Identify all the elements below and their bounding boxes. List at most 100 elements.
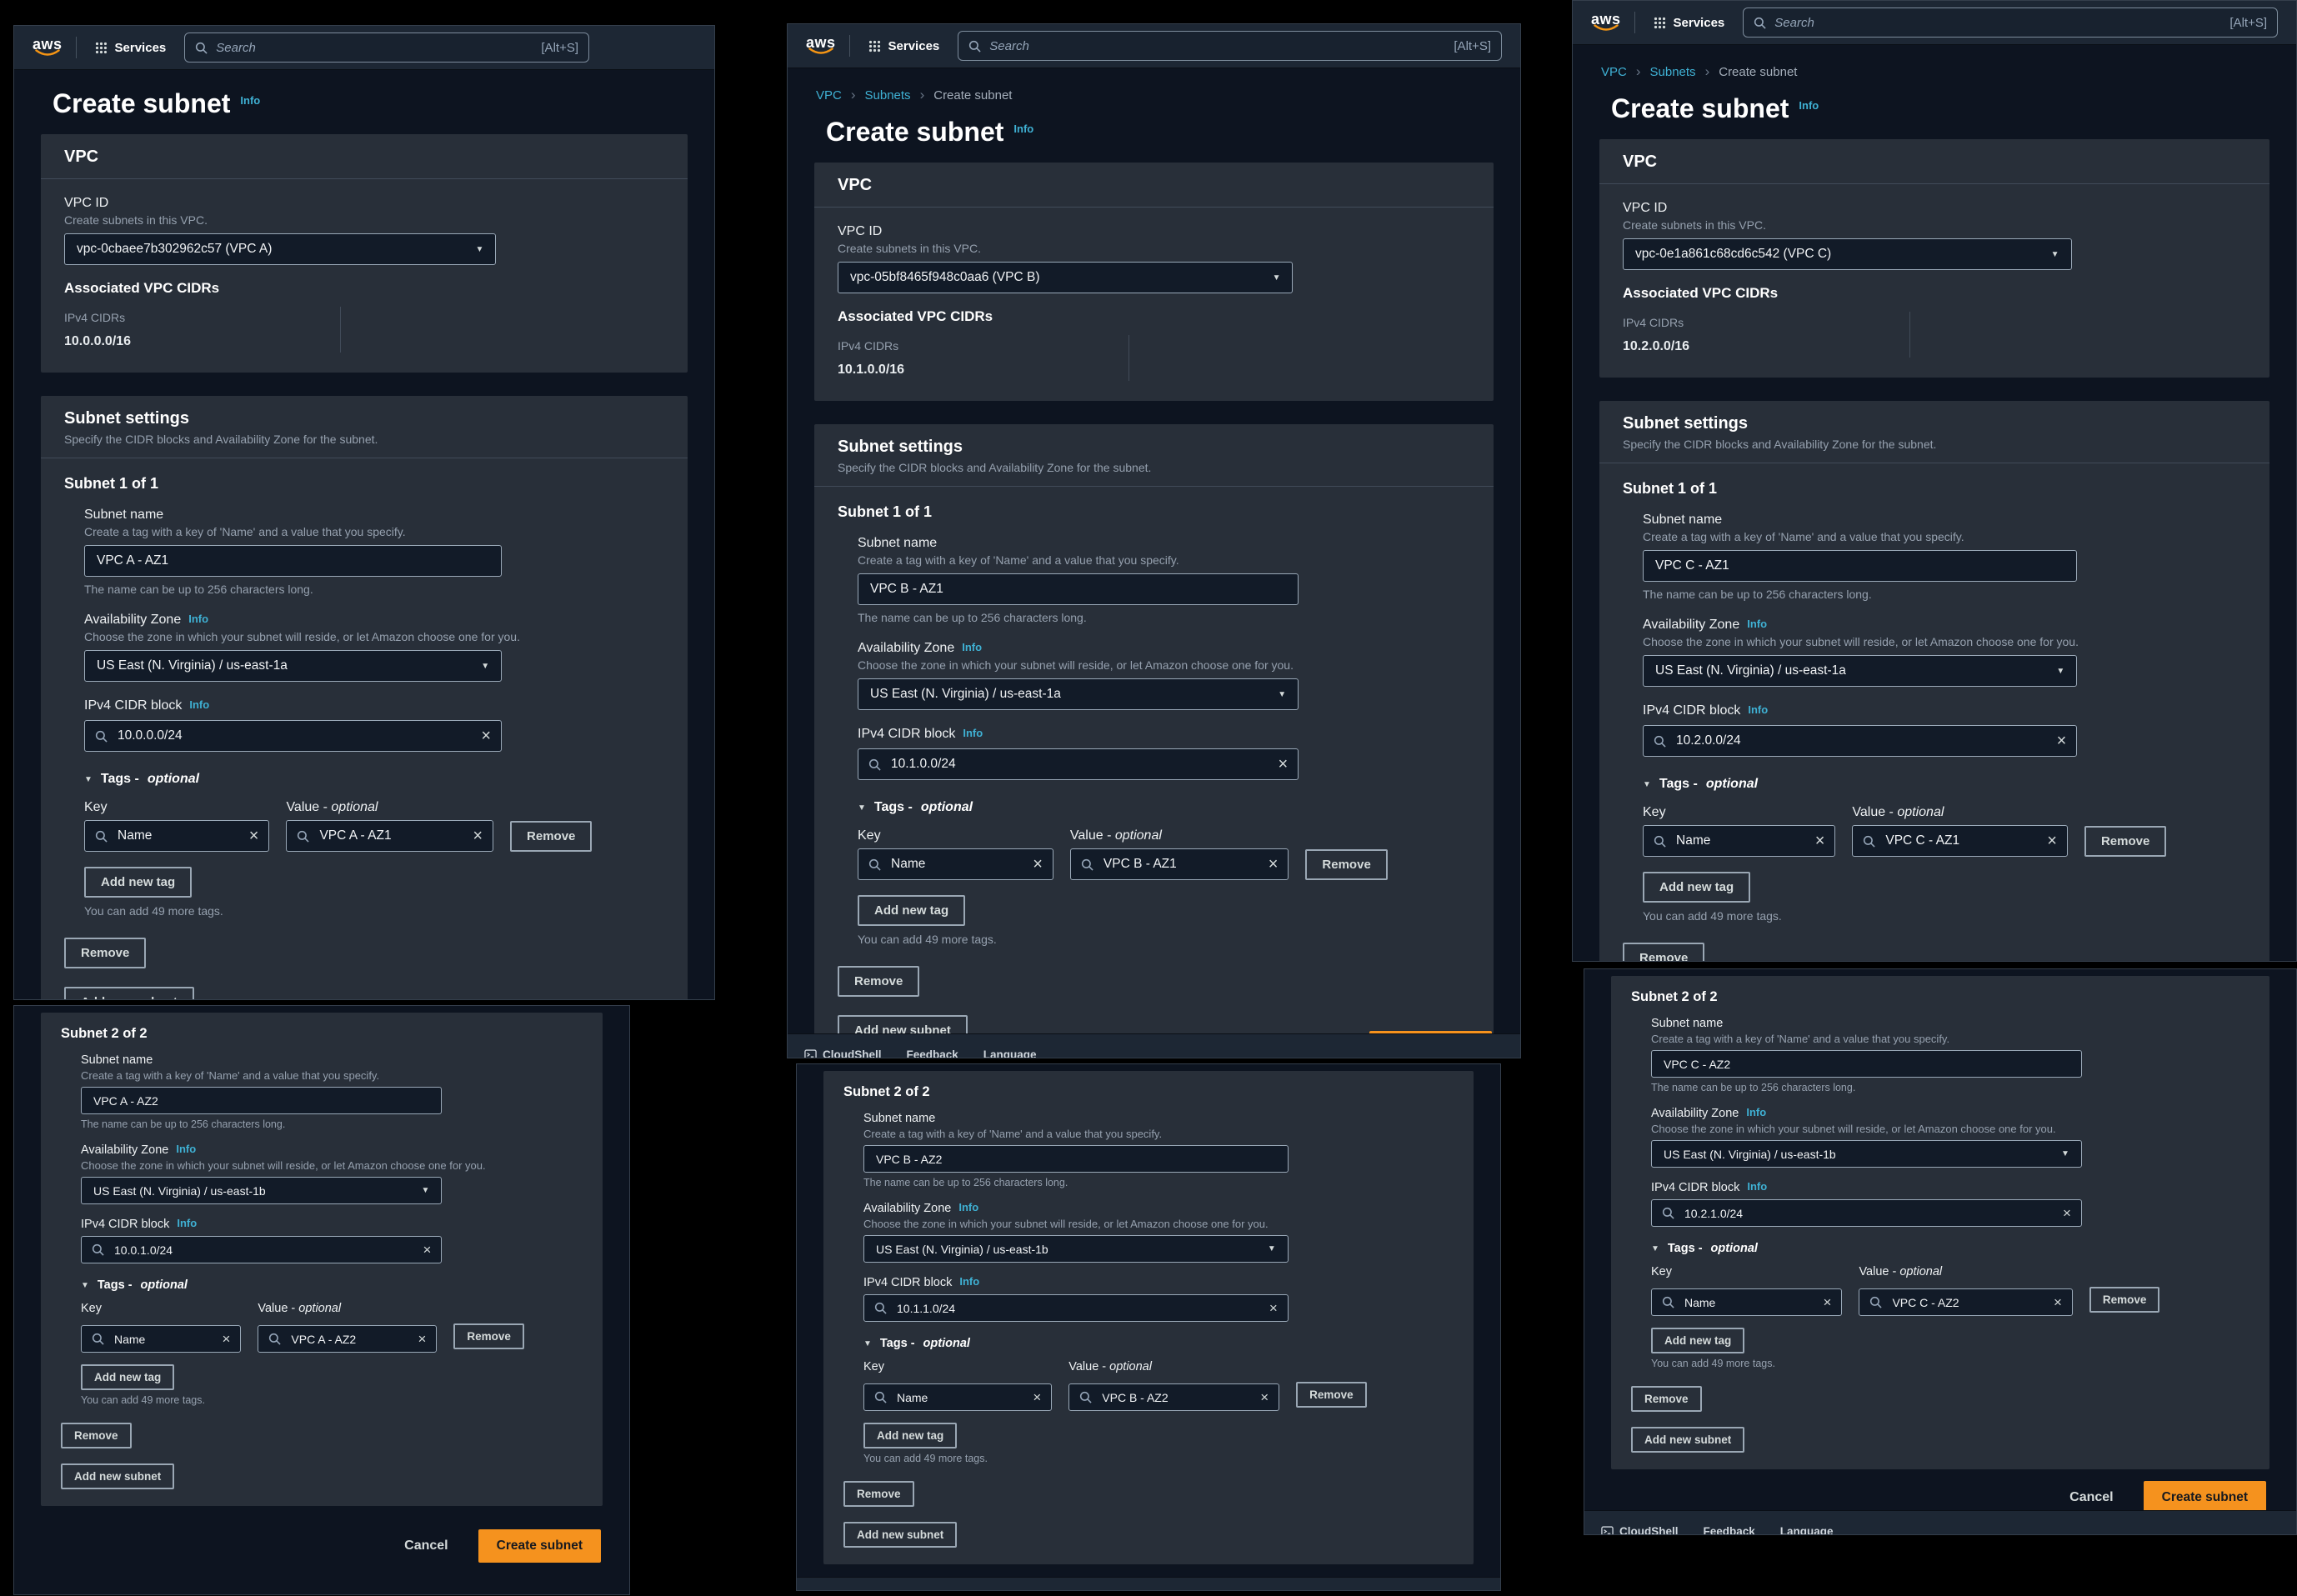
breadcrumb-subnets[interactable]: Subnets	[1650, 65, 1696, 79]
add-new-subnet-button[interactable]: Add new subnet	[843, 1522, 957, 1548]
feedback-link[interactable]: Feedback	[907, 1048, 958, 1058]
clear-input-icon[interactable]: ×	[1824, 1295, 1832, 1309]
subnet-name-input[interactable]	[92, 1093, 431, 1108]
add-new-tag-button[interactable]: Add new tag	[1651, 1328, 1744, 1353]
add-new-tag-button[interactable]: Add new tag	[858, 895, 965, 926]
tag-key-input[interactable]	[113, 1332, 213, 1347]
subnet-name-input[interactable]	[868, 581, 1288, 598]
page-info-link[interactable]: Info	[1799, 99, 1819, 112]
add-new-tag-button[interactable]: Add new tag	[1643, 872, 1750, 903]
subnet-name-input[interactable]	[95, 553, 491, 569]
services-menu-button[interactable]: Services	[1649, 13, 1730, 33]
az-info-link[interactable]: Info	[962, 641, 982, 653]
tag-value-input[interactable]	[1100, 1390, 1252, 1405]
az-info-link[interactable]: Info	[188, 613, 208, 625]
subnet-name-input[interactable]	[1662, 1057, 2071, 1072]
clear-input-icon[interactable]: ×	[1033, 856, 1043, 873]
remove-tag-button[interactable]: Remove	[1305, 849, 1387, 880]
navbar-search-input[interactable]: Search [Alt+S]	[184, 33, 589, 63]
cidr-info-link[interactable]: Info	[189, 698, 209, 711]
availability-zone-select[interactable]: US East (N. Virginia) / us-east-1b ▼	[863, 1235, 1289, 1263]
az-info-link[interactable]: Info	[1746, 1106, 1766, 1118]
cloudshell-link[interactable]: CloudShell	[804, 1048, 882, 1058]
vpc-id-select[interactable]: vpc-05bf8465f948c0aa6 (VPC B) ▼	[838, 262, 1293, 293]
clear-input-icon[interactable]: ×	[2047, 833, 2057, 849]
remove-tag-button[interactable]: Remove	[2089, 1287, 2160, 1313]
tag-key-input[interactable]	[1674, 833, 1807, 849]
clear-input-icon[interactable]: ×	[1279, 756, 1289, 773]
remove-subnet-button[interactable]: Remove	[61, 1423, 132, 1448]
tags-section-toggle[interactable]: ▼ Tags - optional	[1651, 1242, 2249, 1255]
remove-tag-button[interactable]: Remove	[2084, 826, 2166, 857]
ipv4-cidr-input[interactable]	[1674, 733, 2049, 749]
clear-input-icon[interactable]: ×	[423, 1243, 432, 1257]
breadcrumb-subnets[interactable]: Subnets	[865, 88, 911, 103]
cidr-info-link[interactable]: Info	[963, 727, 983, 739]
cidr-info-link[interactable]: Info	[1747, 1180, 1767, 1193]
remove-subnet-button[interactable]: Remove	[64, 938, 146, 968]
az-info-link[interactable]: Info	[176, 1143, 196, 1155]
navbar-search-input[interactable]: Search [Alt+S]	[1743, 8, 2278, 38]
tags-section-toggle[interactable]: ▼ Tags - optional	[858, 800, 1470, 815]
tag-value-input[interactable]	[1884, 833, 2039, 849]
add-new-subnet-button[interactable]: Add new subnet	[61, 1463, 174, 1489]
services-menu-button[interactable]: Services	[863, 36, 945, 57]
availability-zone-select[interactable]: US East (N. Virginia) / us-east-1b ▼	[1651, 1140, 2082, 1168]
clear-input-icon[interactable]: ×	[481, 728, 491, 744]
tag-value-input[interactable]	[318, 828, 464, 844]
clear-input-icon[interactable]: ×	[2063, 1206, 2071, 1220]
cancel-button[interactable]: Cancel	[2064, 1489, 2118, 1506]
add-new-subnet-button[interactable]: Add new subnet	[64, 987, 194, 1000]
tag-key-input[interactable]	[889, 856, 1024, 873]
services-menu-button[interactable]: Services	[90, 38, 172, 58]
tag-key-input[interactable]	[895, 1390, 1024, 1405]
page-info-link[interactable]: Info	[240, 94, 260, 107]
tag-value-input[interactable]	[1890, 1295, 2045, 1310]
breadcrumb-vpc[interactable]: VPC	[1601, 65, 1627, 79]
clear-input-icon[interactable]: ×	[418, 1332, 426, 1346]
add-new-tag-button[interactable]: Add new tag	[81, 1364, 174, 1390]
page-info-link[interactable]: Info	[1013, 123, 1033, 135]
clear-input-icon[interactable]: ×	[2054, 1295, 2062, 1309]
remove-tag-button[interactable]: Remove	[1296, 1382, 1367, 1408]
remove-subnet-button[interactable]: Remove	[1631, 1386, 1702, 1412]
language-link[interactable]: Language	[983, 1048, 1037, 1058]
availability-zone-select[interactable]: US East (N. Virginia) / us-east-1a ▼	[858, 678, 1299, 710]
create-subnet-button[interactable]: Create subnet	[2144, 1481, 2266, 1514]
remove-subnet-button[interactable]: Remove	[838, 966, 919, 997]
az-info-link[interactable]: Info	[958, 1201, 978, 1213]
cidr-info-link[interactable]: Info	[959, 1275, 979, 1288]
tags-section-toggle[interactable]: ▼ Tags - optional	[1643, 777, 2246, 792]
availability-zone-select[interactable]: US East (N. Virginia) / us-east-1b ▼	[81, 1177, 442, 1204]
breadcrumb-vpc[interactable]: VPC	[816, 88, 842, 103]
navbar-search-input[interactable]: Search [Alt+S]	[958, 31, 1502, 61]
remove-tag-button[interactable]: Remove	[510, 821, 592, 852]
clear-input-icon[interactable]: ×	[473, 828, 483, 844]
vpc-id-select[interactable]: vpc-0cbaee7b302962c57 (VPC A) ▼	[64, 233, 496, 265]
remove-subnet-button[interactable]: Remove	[1623, 943, 1704, 962]
language-link[interactable]: Language	[1780, 1525, 1834, 1535]
cloudshell-link[interactable]: CloudShell	[1601, 1525, 1679, 1535]
vpc-id-select[interactable]: vpc-0e1a861c68cd6c542 (VPC C) ▼	[1623, 238, 2072, 270]
subnet-name-input[interactable]	[1654, 558, 2066, 574]
create-subnet-button[interactable]: Create subnet	[478, 1529, 601, 1563]
clear-input-icon[interactable]: ×	[1269, 856, 1279, 873]
clear-input-icon[interactable]: ×	[1260, 1390, 1269, 1404]
clear-input-icon[interactable]: ×	[1033, 1390, 1041, 1404]
ipv4-cidr-input[interactable]	[889, 756, 1270, 773]
clear-input-icon[interactable]: ×	[2057, 733, 2067, 749]
ipv4-cidr-input[interactable]	[895, 1301, 1261, 1316]
tag-key-input[interactable]	[116, 828, 241, 844]
tag-value-input[interactable]	[1102, 856, 1260, 873]
cidr-info-link[interactable]: Info	[1748, 703, 1768, 716]
tags-section-toggle[interactable]: ▼ Tags - optional	[81, 1278, 583, 1292]
subnet-name-input[interactable]	[874, 1152, 1278, 1167]
remove-subnet-button[interactable]: Remove	[843, 1481, 914, 1507]
tags-section-toggle[interactable]: ▼ Tags - optional	[863, 1337, 1454, 1350]
add-new-tag-button[interactable]: Add new tag	[84, 867, 192, 898]
availability-zone-select[interactable]: US East (N. Virginia) / us-east-1a ▼	[84, 650, 502, 682]
cancel-button[interactable]: Cancel	[399, 1538, 453, 1554]
add-new-subnet-button[interactable]: Add new subnet	[1631, 1427, 1744, 1453]
tag-value-input[interactable]	[289, 1332, 409, 1347]
ipv4-cidr-input[interactable]	[1683, 1206, 2054, 1221]
